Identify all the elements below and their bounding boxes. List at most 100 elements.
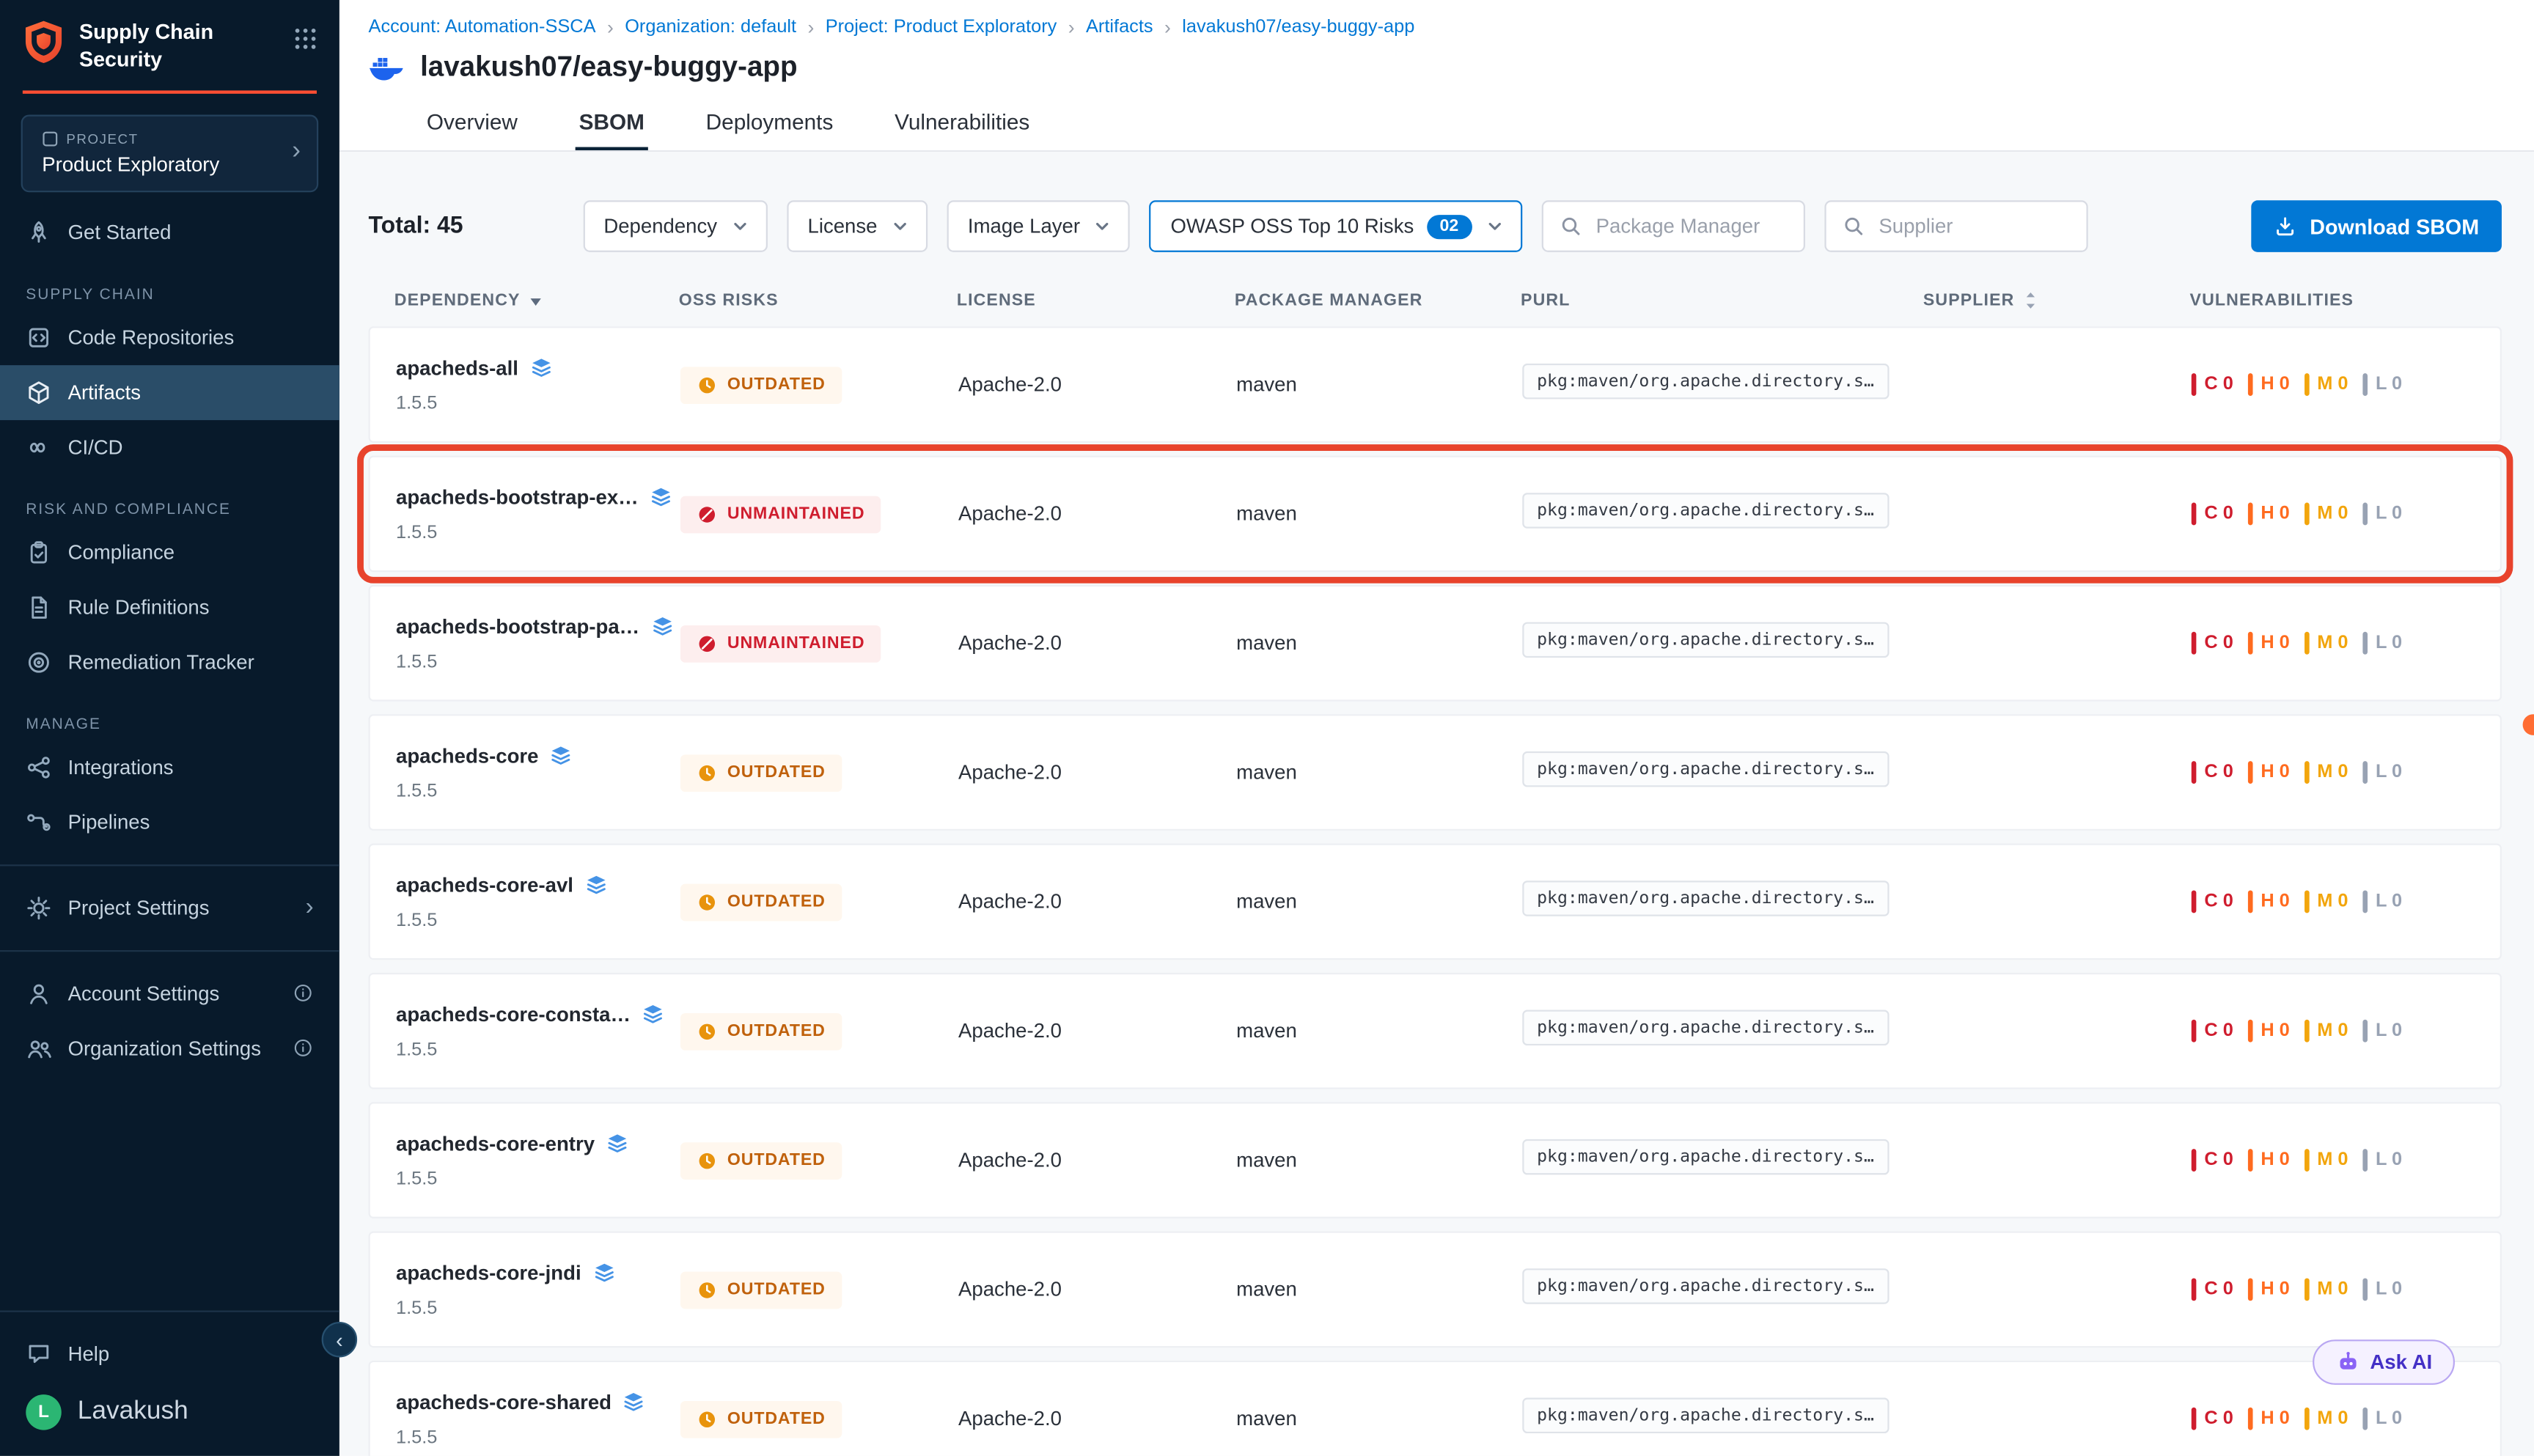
severity-bar xyxy=(2362,761,2368,784)
license: Apache-2.0 xyxy=(958,1020,1236,1043)
table-body: apacheds-all1.5.5OUTDATEDApache-2.0maven… xyxy=(369,326,2502,1456)
supplier-search[interactable] xyxy=(1824,200,2087,252)
project-selector[interactable]: PROJECT Product Exploratory › xyxy=(21,114,319,192)
sidebar-item-rule-definitions[interactable]: Rule Definitions xyxy=(0,580,339,635)
sidebar-item-pipelines[interactable]: Pipelines xyxy=(0,795,339,850)
package-manager: maven xyxy=(1236,761,1522,784)
sidebar-item-remediation-tracker[interactable]: Remediation Tracker xyxy=(0,635,339,690)
filter-owasp-oss-top-10-risks[interactable]: OWASP OSS Top 10 Risks 02 xyxy=(1150,200,1521,252)
vuln-count-high: H 0 xyxy=(2248,502,2290,525)
table-row[interactable]: apacheds-core-avl1.5.5OUTDATEDApache-2.0… xyxy=(369,844,2502,960)
severity-bar xyxy=(2305,502,2310,525)
chevron-down-icon xyxy=(1093,216,1112,235)
clock-icon xyxy=(697,374,718,395)
sidebar-item-project-settings[interactable]: Project Settings› xyxy=(0,880,339,935)
sidebar-item-ci-cd[interactable]: CI/CD xyxy=(0,420,339,475)
package-manager-input[interactable] xyxy=(1593,213,1786,239)
table-row[interactable]: apacheds-core-jndi1.5.5OUTDATEDApache-2.… xyxy=(369,1232,2502,1348)
oss-risk-label: OUTDATED xyxy=(727,892,826,911)
tab-deployments[interactable]: Deployments xyxy=(702,100,836,150)
vuln-count-high: H 0 xyxy=(2248,373,2290,396)
breadcrumb-link[interactable]: Organization: default xyxy=(625,18,796,37)
chevron-right-icon: › xyxy=(306,896,314,920)
sidebar-item-help[interactable]: Help xyxy=(0,1327,339,1382)
pipeline-icon xyxy=(26,809,51,835)
table-row[interactable]: apacheds-core-entry1.5.5OUTDATEDApache-2… xyxy=(369,1102,2502,1218)
download-sbom-button[interactable]: Download SBOM xyxy=(2252,200,2502,252)
package-manager: maven xyxy=(1236,632,1522,655)
oss-risk-badge: OUTDATED xyxy=(680,883,842,921)
tab-overview[interactable]: Overview xyxy=(423,100,521,150)
dependency-version: 1.5.5 xyxy=(396,394,680,413)
oss-risk-badge: UNMAINTAINED xyxy=(680,496,881,533)
sidebar-item-organization-settings[interactable]: Organization Settings xyxy=(0,1021,339,1076)
tab-sbom[interactable]: SBOM xyxy=(576,100,647,150)
help-label: Help xyxy=(68,1343,110,1366)
cicd-icon xyxy=(26,434,51,460)
sidebar-item-account-settings[interactable]: Account Settings xyxy=(0,966,339,1021)
filter-label: Image Layer xyxy=(968,215,1080,238)
column-header-supplier[interactable]: SUPPLIER xyxy=(1923,291,2190,310)
filter-image-layer[interactable]: Image Layer xyxy=(947,200,1130,252)
sidebar-collapse-handle[interactable]: ‹ xyxy=(322,1322,357,1357)
filter-label: OWASP OSS Top 10 Risks xyxy=(1170,215,1414,238)
sidebar-item-code-repositories[interactable]: Code Repositories xyxy=(0,310,339,365)
vuln-count-high: H 0 xyxy=(2248,1278,2290,1301)
table-row[interactable]: apacheds-bootstrap-ex…1.5.5UNMAINTAINEDA… xyxy=(369,456,2502,573)
dependency-name: apacheds-core xyxy=(396,744,538,767)
purl[interactable]: pkg:maven/org.apache.directory.s… xyxy=(1522,621,1889,656)
dependency-version: 1.5.5 xyxy=(396,911,680,930)
sidebar-item-label: Compliance xyxy=(68,541,175,564)
sidebar-item-label: CI/CD xyxy=(68,436,123,459)
table-row[interactable]: apacheds-core-shared1.5.5OUTDATEDApache-… xyxy=(369,1361,2502,1456)
purl[interactable]: pkg:maven/org.apache.directory.s… xyxy=(1522,363,1889,398)
breadcrumb-link[interactable]: Project: Product Exploratory xyxy=(826,18,1057,37)
breadcrumb-link[interactable]: lavakush07/easy-buggy-app xyxy=(1182,18,1414,37)
purl[interactable]: pkg:maven/org.apache.directory.s… xyxy=(1522,751,1889,786)
filter-license[interactable]: License xyxy=(787,200,928,252)
filter-count-badge: 02 xyxy=(1427,214,1472,238)
vuln-count-high: H 0 xyxy=(2248,632,2290,655)
vuln-count-low: L 0 xyxy=(2362,1278,2402,1301)
purl[interactable]: pkg:maven/org.apache.directory.s… xyxy=(1522,1397,1889,1432)
tab-vulnerabilities[interactable]: Vulnerabilities xyxy=(892,100,1033,150)
purl[interactable]: pkg:maven/org.apache.directory.s… xyxy=(1522,1139,1889,1174)
purl[interactable]: pkg:maven/org.apache.directory.s… xyxy=(1522,1268,1889,1303)
purl[interactable]: pkg:maven/org.apache.directory.s… xyxy=(1522,492,1889,527)
filter-dependency[interactable]: Dependency xyxy=(583,200,768,252)
user-menu[interactable]: L Lavakush xyxy=(0,1382,339,1444)
user-icon xyxy=(26,980,51,1006)
purl[interactable]: pkg:maven/org.apache.directory.s… xyxy=(1522,1009,1889,1044)
severity-bar xyxy=(2192,761,2197,784)
table-row[interactable]: apacheds-core-consta…1.5.5OUTDATEDApache… xyxy=(369,973,2502,1089)
rocket-icon xyxy=(26,219,51,245)
column-header-dependency[interactable]: DEPENDENCY xyxy=(394,291,679,310)
layers-icon xyxy=(606,1133,628,1154)
sidebar-item-artifacts[interactable]: Artifacts xyxy=(0,365,339,420)
severity-bar xyxy=(2305,1278,2310,1301)
table-row[interactable]: apacheds-core1.5.5OUTDATEDApache-2.0mave… xyxy=(369,714,2502,831)
oss-risk-label: UNMAINTAINED xyxy=(727,504,865,523)
ask-ai-button[interactable]: Ask AI xyxy=(2312,1339,2455,1385)
dependency-version: 1.5.5 xyxy=(396,652,680,671)
severity-bar xyxy=(2248,890,2253,913)
vulnerability-counts: C 0H 0M 0L 0 xyxy=(2192,761,2500,784)
supplier-input[interactable] xyxy=(1876,213,2069,239)
severity-bar xyxy=(2192,373,2197,396)
license: Apache-2.0 xyxy=(958,373,1236,396)
table-row[interactable]: apacheds-all1.5.5OUTDATEDApache-2.0maven… xyxy=(369,326,2502,443)
breadcrumb-link[interactable]: Account: Automation-SSCA xyxy=(369,18,596,37)
sidebar-item-compliance[interactable]: Compliance xyxy=(0,525,339,580)
module-grid-icon[interactable] xyxy=(294,27,317,50)
package-manager-search[interactable] xyxy=(1541,200,1804,252)
vuln-count-critical: C 0 xyxy=(2192,1020,2233,1043)
table-row[interactable]: apacheds-bootstrap-pa…1.5.5UNMAINTAINEDA… xyxy=(369,585,2502,702)
clock-icon xyxy=(697,1279,718,1301)
vuln-count-low: L 0 xyxy=(2362,373,2402,396)
breadcrumb-separator: › xyxy=(607,16,614,39)
sidebar-item-get-started[interactable]: Get Started xyxy=(0,205,339,260)
purl[interactable]: pkg:maven/org.apache.directory.s… xyxy=(1522,880,1889,915)
breadcrumb-link[interactable]: Artifacts xyxy=(1086,18,1153,37)
vuln-count-high: H 0 xyxy=(2248,890,2290,913)
sidebar-item-integrations[interactable]: Integrations xyxy=(0,740,339,795)
